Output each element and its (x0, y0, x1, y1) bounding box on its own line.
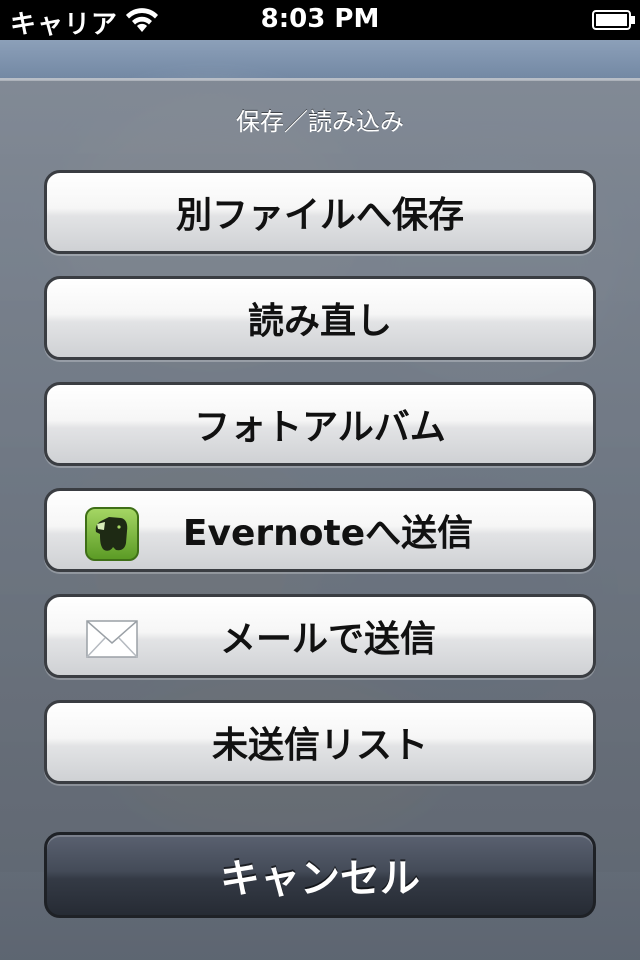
background-nav-bar (0, 40, 640, 78)
status-bar: キャリア 8:03 PM (0, 0, 640, 40)
send-to-evernote-button[interactable]: Evernoteへ送信 (44, 488, 596, 572)
button-label: 別ファイルへ保存 (175, 195, 464, 236)
button-label: キャンセル (220, 856, 420, 902)
button-label: 読み直し (247, 301, 392, 342)
reload-button[interactable]: 読み直し (44, 276, 596, 360)
clock-label: 8:03 PM (260, 4, 380, 34)
send-by-mail-button[interactable]: メールで送信 (44, 594, 596, 678)
button-label: メールで送信 (219, 619, 436, 660)
button-label: Evernoteへ送信 (182, 513, 474, 554)
battery-icon (592, 10, 635, 30)
unsent-list-button[interactable]: 未送信リスト (44, 700, 596, 784)
button-label: 未送信リスト (211, 725, 428, 766)
evernote-elephant-icon (85, 507, 139, 561)
action-sheet: 保存／読み込み 別ファイルへ保存 読み直し フォトアルバム Evernoteへ送… (0, 78, 640, 960)
save-as-file-button[interactable]: 別ファイルへ保存 (44, 170, 596, 254)
sheet-title: 保存／読み込み (236, 108, 404, 136)
cancel-button[interactable]: キャンセル (44, 832, 596, 918)
screen: キャリア 8:03 PM 保存／読み込み 別ファイルへ保存 読み直し フォトアル… (0, 0, 640, 960)
mail-envelope-icon (86, 620, 138, 658)
button-label: フォトアルバム (194, 407, 446, 448)
photo-album-button[interactable]: フォトアルバム (44, 382, 596, 466)
